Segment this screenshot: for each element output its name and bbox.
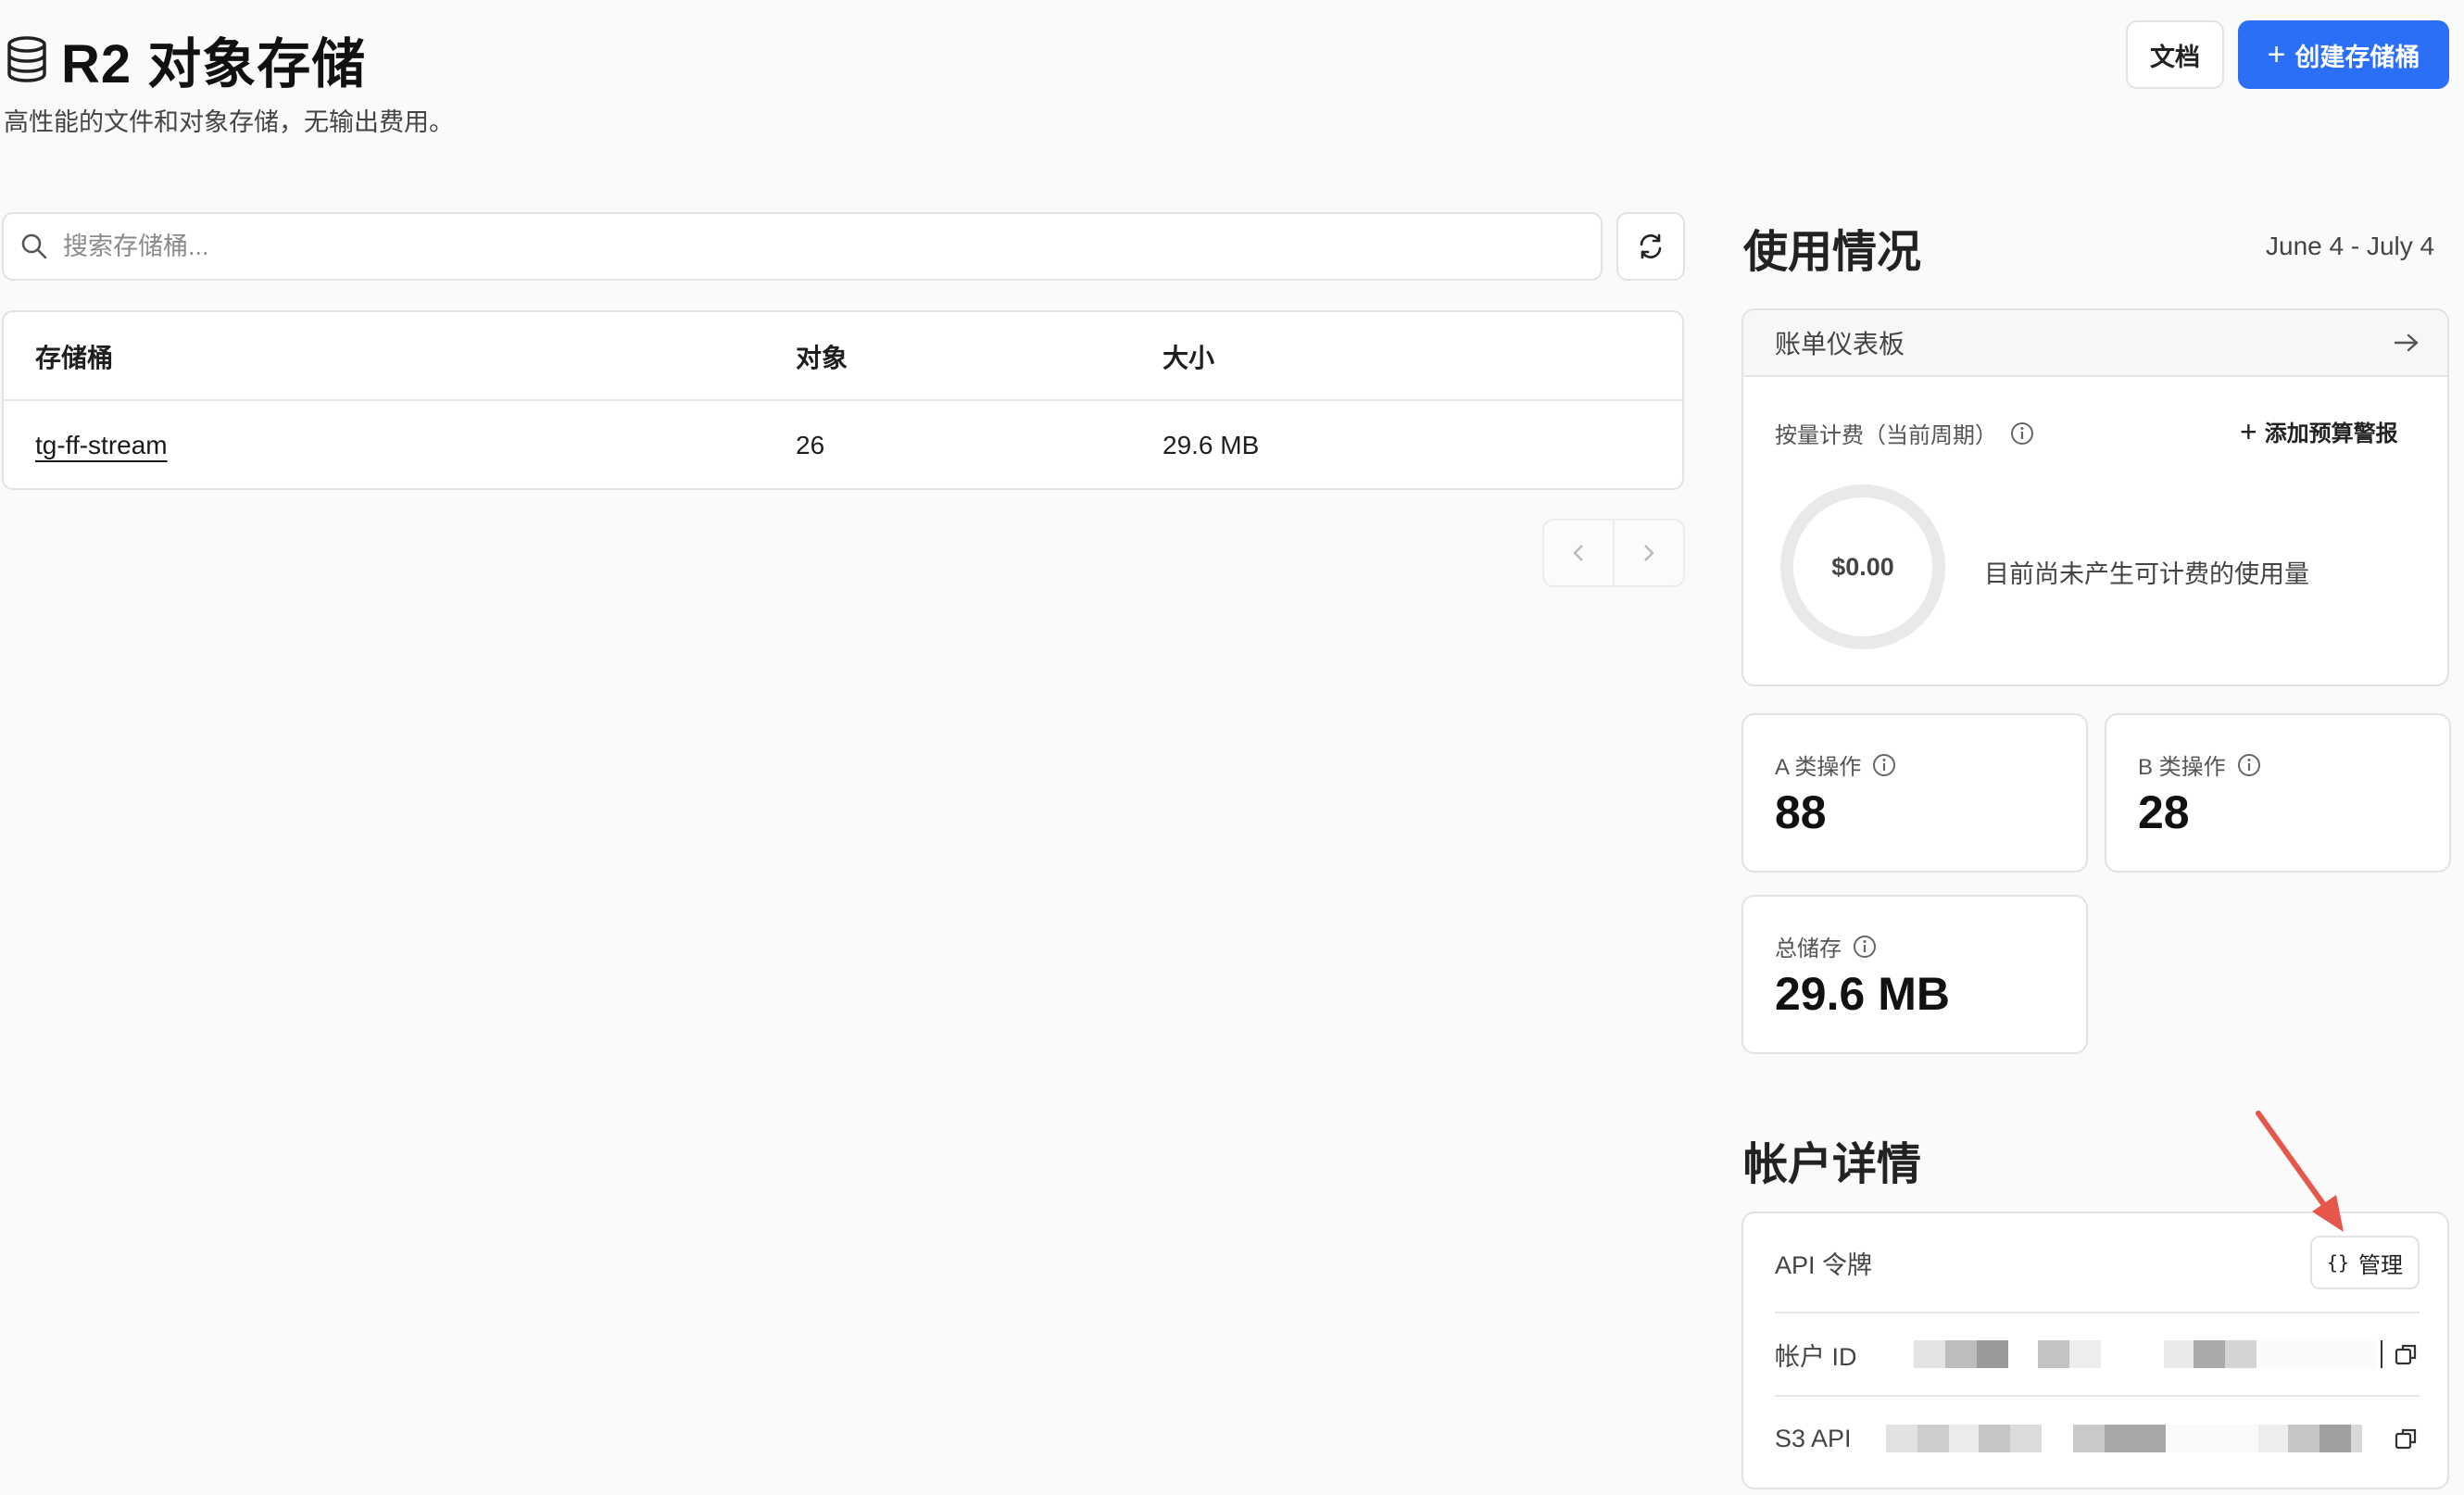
plus-icon: + bbox=[2267, 37, 2286, 72]
page-subtitle: 高性能的文件和对象存储，无输出费用。 bbox=[4, 108, 454, 136]
class-a-operations-card: A 类操作 88 bbox=[1741, 713, 2088, 873]
chevron-right-icon bbox=[1644, 545, 1654, 561]
column-header-objects[interactable]: 对象 bbox=[796, 312, 848, 401]
table-row[interactable]: tg-ff-stream 26 29.6 MB bbox=[4, 401, 1682, 488]
docs-button[interactable]: 文档 bbox=[2126, 20, 2224, 89]
refresh-button[interactable] bbox=[1616, 212, 1685, 281]
copy-icon[interactable] bbox=[2394, 1341, 2420, 1367]
account-id-label: 帐户 ID bbox=[1775, 1342, 1857, 1371]
billing-dashboard-link[interactable]: 账单仪表板 bbox=[1743, 310, 2447, 377]
metered-billing-label: 按量计费（当前周期） bbox=[1775, 417, 2034, 449]
bucket-object-count: 26 bbox=[796, 431, 825, 459]
class-b-value: 28 bbox=[2138, 786, 2190, 838]
bucket-size: 29.6 MB bbox=[1163, 431, 1260, 459]
info-icon[interactable] bbox=[1872, 753, 1896, 777]
info-icon[interactable] bbox=[2237, 753, 2261, 777]
braces-icon: {} bbox=[2326, 1251, 2349, 1274]
search-icon bbox=[21, 233, 47, 259]
manage-api-tokens-button[interactable]: {} 管理 bbox=[2309, 1236, 2420, 1289]
api-token-label: API 令牌 bbox=[1775, 1250, 1873, 1279]
arrow-right-icon bbox=[2394, 333, 2419, 352]
next-page-button[interactable] bbox=[1615, 521, 1683, 585]
create-bucket-button[interactable]: + 创建存储桶 bbox=[2238, 20, 2449, 89]
s3-api-row: S3 API bbox=[1775, 1397, 2420, 1480]
add-budget-alert-button[interactable]: + 添加预算警报 bbox=[2240, 415, 2398, 447]
info-icon[interactable] bbox=[2010, 421, 2034, 446]
class-b-label: B 类操作 bbox=[2138, 755, 2226, 780]
class-a-label: A 类操作 bbox=[1775, 755, 1862, 780]
usage-amount-ring: $0.00 bbox=[1780, 484, 1945, 649]
total-storage-card: 总储存 29.6 MB bbox=[1741, 895, 2088, 1054]
account-details-title: 帐户详情 bbox=[1743, 1140, 1922, 1189]
page-header: R2 对象存储 bbox=[6, 20, 366, 98]
date-range: June 4 - July 4 bbox=[2266, 232, 2435, 260]
manage-label: 管理 bbox=[2358, 1252, 2403, 1278]
no-usage-text: 目前尚未产生可计费的使用量 bbox=[1984, 560, 2309, 588]
page-title: R2 对象存储 bbox=[61, 34, 367, 94]
account-details-card: API 令牌 {} 管理 帐户 ID S3 API bbox=[1741, 1212, 2449, 1489]
annotation-arrow-icon bbox=[2256, 1111, 2344, 1232]
billing-dashboard-label: 账单仪表板 bbox=[1775, 330, 1905, 358]
usage-title: 使用情况 bbox=[1743, 228, 1922, 277]
metered-billing-text: 按量计费（当前周期） bbox=[1775, 423, 1997, 448]
copy-icon[interactable] bbox=[2394, 1426, 2420, 1451]
class-a-value: 88 bbox=[1775, 786, 1827, 838]
chevron-left-icon bbox=[1573, 545, 1583, 561]
total-storage-value: 29.6 MB bbox=[1775, 968, 1950, 1020]
plus-icon: + bbox=[2240, 414, 2257, 448]
add-budget-alert-label: 添加预算警报 bbox=[2264, 421, 2398, 446]
buckets-table: 存储桶 对象 大小 tg-ff-stream 26 29.6 MB bbox=[2, 310, 1684, 490]
pagination bbox=[1542, 519, 1685, 587]
s3-api-redacted-value bbox=[1886, 1425, 2394, 1452]
total-storage-label: 总储存 bbox=[1775, 936, 1842, 961]
prev-page-button[interactable] bbox=[1544, 521, 1615, 585]
column-header-size[interactable]: 大小 bbox=[1163, 312, 1214, 401]
usage-amount: $0.00 bbox=[1831, 552, 1894, 581]
bucket-name-link[interactable]: tg-ff-stream bbox=[35, 431, 168, 460]
info-icon[interactable] bbox=[1853, 935, 1877, 959]
billing-card: 账单仪表板 按量计费（当前周期） + 添加预算警报 $0.00 目前尚未产生可计… bbox=[1741, 308, 2449, 686]
column-header-bucket[interactable]: 存储桶 bbox=[35, 312, 113, 401]
create-bucket-label: 创建存储桶 bbox=[2294, 43, 2420, 71]
database-icon bbox=[7, 36, 46, 82]
table-header: 存储桶 对象 大小 bbox=[4, 312, 1682, 401]
search-box bbox=[2, 212, 1603, 281]
account-id-redacted-value bbox=[1914, 1340, 2394, 1368]
search-input[interactable] bbox=[63, 232, 1545, 261]
account-id-row: 帐户 ID bbox=[1775, 1313, 2420, 1397]
class-b-operations-card: B 类操作 28 bbox=[2105, 713, 2451, 873]
refresh-icon bbox=[1640, 233, 1662, 259]
